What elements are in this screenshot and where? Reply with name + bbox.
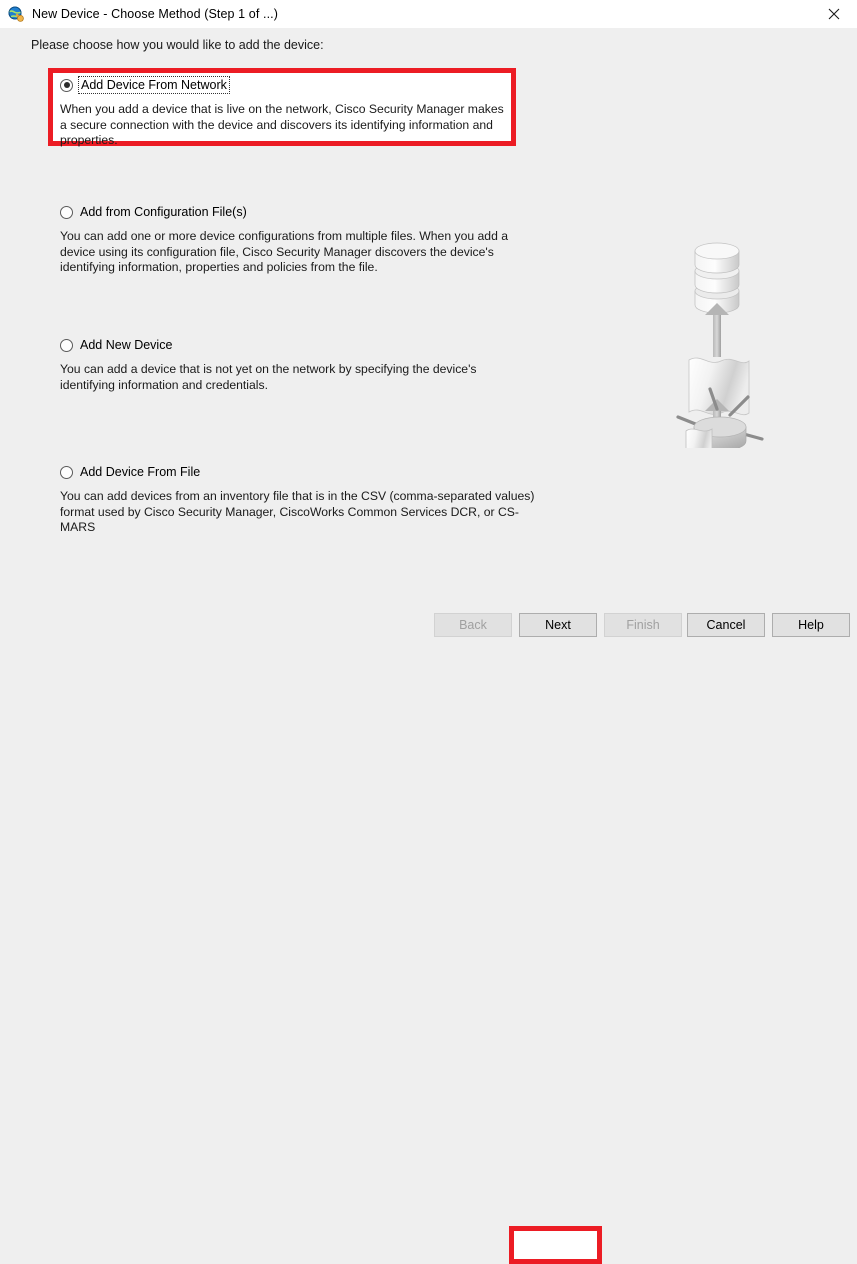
back-button[interactable]: Back [434,613,512,637]
radio-add-new-device[interactable] [60,338,73,352]
button-bar: Back Next Finish Cancel Help [0,604,857,1264]
option-add-device-from-file[interactable]: Add Device From File You can add devices… [60,464,540,536]
close-button[interactable] [811,0,857,28]
option-label-file: Add Device From File [80,465,201,479]
finish-button[interactable]: Finish [604,613,682,637]
close-icon [828,8,840,20]
option-row-new[interactable]: Add New Device [60,337,505,353]
radio-add-from-configuration-files[interactable] [60,205,73,219]
option-description-config: You can add one or more device configura… [60,229,509,274]
option-row-config[interactable]: Add from Configuration File(s) [60,204,545,220]
dialog-body: Please choose how you would like to add … [0,28,857,662]
option-row-file[interactable]: Add Device From File [60,464,540,480]
radio-add-device-from-file[interactable] [60,465,73,479]
option-label-new: Add New Device [80,338,173,352]
option-description-file: You can add devices from an inventory fi… [60,489,535,534]
option-label-config: Add from Configuration File(s) [80,205,247,219]
highlight-box-next-button [509,1226,602,1264]
title-bar: New Device - Choose Method (Step 1 of ..… [0,0,857,28]
next-button[interactable]: Next [519,613,597,637]
database-document-router-flow-illustration [662,213,812,467]
option-row-network[interactable]: Add Device From Network [60,76,510,94]
option-add-new-device[interactable]: Add New Device You can add a device that… [60,337,505,393]
option-add-device-from-network[interactable]: Add Device From Network When you add a d… [60,76,510,149]
option-description-network: When you add a device that is live on th… [60,102,504,147]
option-description-new: You can add a device that is not yet on … [60,362,477,392]
radio-add-device-from-network[interactable] [60,78,73,92]
globe-device-icon [8,6,24,22]
option-add-from-configuration-files[interactable]: Add from Configuration File(s) You can a… [60,204,545,276]
database-stack-icon [694,242,740,314]
option-label-network: Add Device From Network [78,76,230,94]
instruction-text: Please choose how you would like to add … [31,38,324,52]
cancel-button[interactable]: Cancel [687,613,765,637]
help-button[interactable]: Help [772,613,850,637]
window-title: New Device - Choose Method (Step 1 of ..… [32,7,278,21]
